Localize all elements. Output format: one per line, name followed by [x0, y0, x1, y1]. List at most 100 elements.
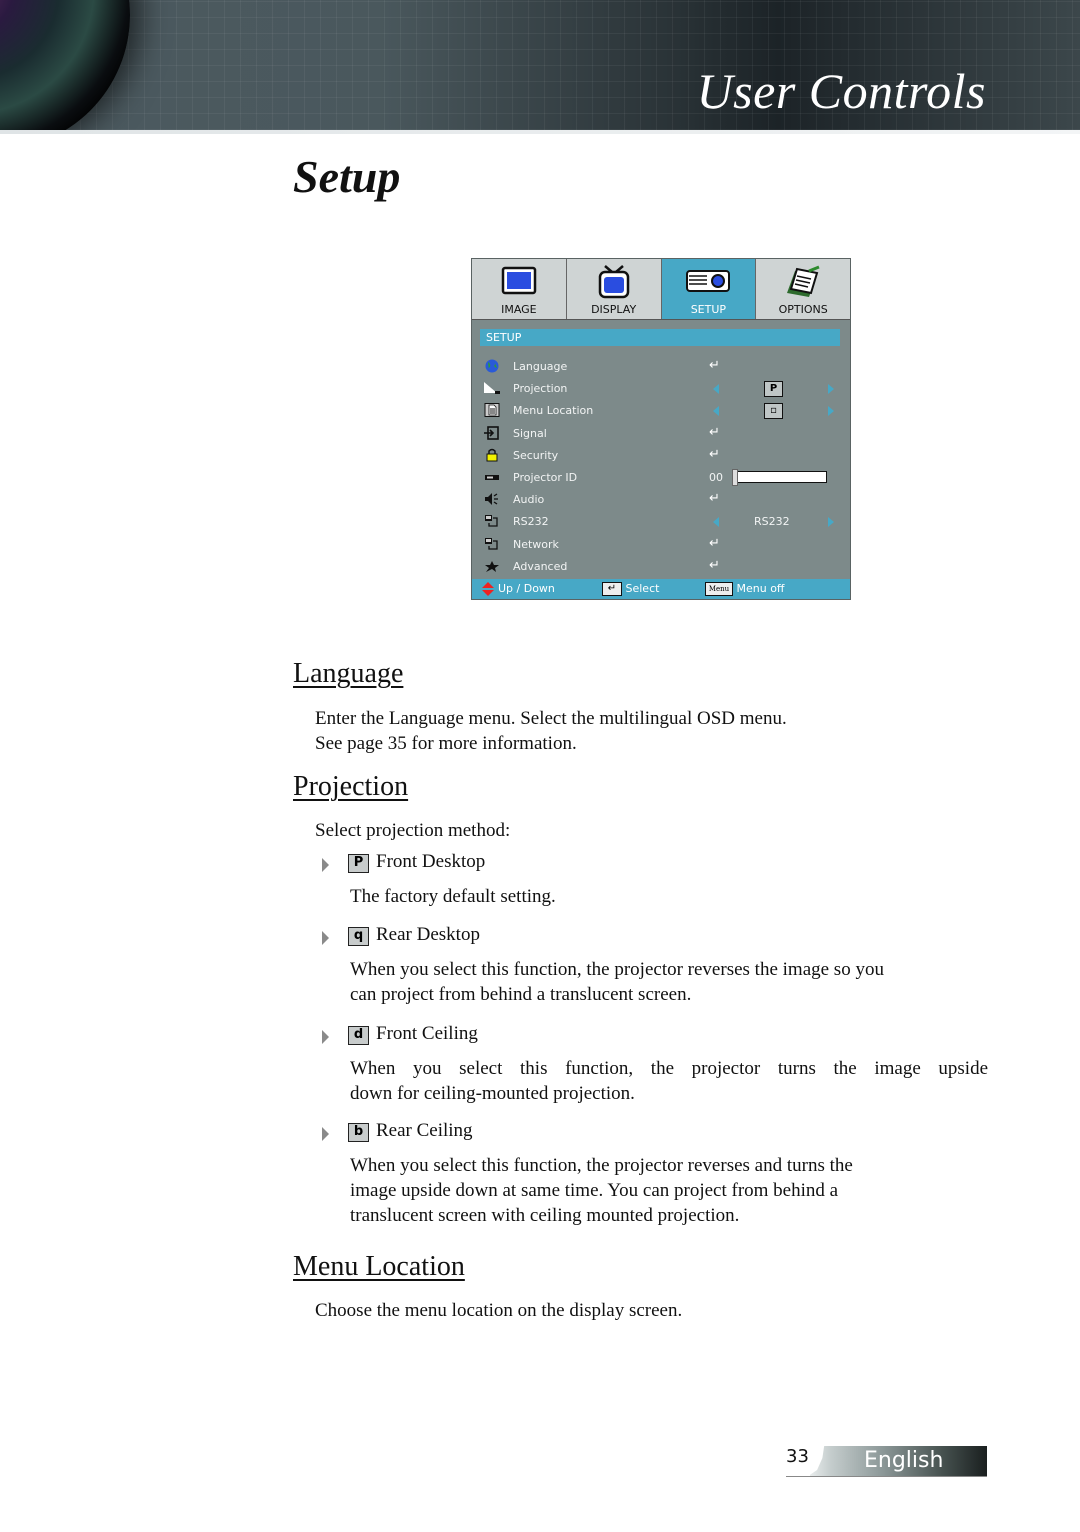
- projection-heading: Projection: [293, 771, 409, 802]
- rear-ceiling-icon: b: [348, 1123, 369, 1142]
- osd-item-menu-location[interactable]: Menu Location ▫: [472, 400, 850, 422]
- bullet-arrow-icon: [322, 1030, 329, 1044]
- projection-icon: [484, 382, 500, 395]
- rs232-value: RS232: [754, 515, 790, 529]
- advanced-icon: [485, 560, 499, 572]
- osd-item-projector-id[interactable]: Projector ID 00: [472, 467, 850, 489]
- banner-divider: [0, 130, 1080, 134]
- description-line: When you select this function, the proje…: [350, 959, 884, 980]
- language-heading: Language: [293, 658, 404, 689]
- arrow-right-icon[interactable]: [828, 406, 834, 417]
- language-text-line: See page 35 for more information.: [315, 733, 577, 754]
- menu-off-label: Menu off: [736, 582, 785, 595]
- option-label: Rear Desktop: [376, 924, 480, 945]
- tv-icon: [598, 265, 629, 299]
- option-label: Front Desktop: [376, 851, 486, 872]
- osd-item-projection[interactable]: Projection P: [472, 378, 850, 400]
- osd-tab-display[interactable]: DISPLAY: [566, 259, 662, 319]
- network-icon: [485, 515, 498, 527]
- arrow-right-icon[interactable]: [828, 517, 834, 528]
- osd-item-rs232[interactable]: RS232 RS232: [472, 511, 850, 533]
- front-ceiling-icon: d: [348, 1026, 369, 1045]
- description-line: image upside down at same time. You can …: [350, 1180, 839, 1201]
- arrow-left-icon[interactable]: [713, 406, 719, 417]
- enter-icon: ↵: [709, 491, 720, 507]
- projection-value: P: [764, 381, 783, 398]
- description-line: The factory default setting.: [350, 886, 556, 907]
- page-number: 33: [786, 1446, 809, 1467]
- slider-handle[interactable]: [732, 468, 738, 486]
- osd-item-label: Advanced: [513, 559, 568, 573]
- osd-tab-options[interactable]: OPTIONS: [756, 259, 850, 319]
- description-line: When you select this function, the proje…: [350, 1155, 853, 1176]
- language-label: English: [864, 1448, 944, 1473]
- menu-key-icon: Menu: [705, 582, 733, 596]
- bullet-arrow-icon: [322, 1127, 329, 1141]
- language-description: Enter the Language menu. Select the mult…: [315, 706, 787, 756]
- footer-divider: [786, 1476, 987, 1477]
- lock-icon: [486, 448, 498, 462]
- bullet-arrow-icon: [322, 858, 329, 872]
- lens-graphic: [0, 0, 130, 130]
- projector-id-value: 00: [709, 470, 723, 484]
- arrow-left-icon[interactable]: [713, 517, 719, 528]
- enter-icon: ↵: [709, 358, 720, 373]
- menu-off-hint: Menu Menu off: [705, 579, 785, 599]
- option-label: Front Ceiling: [376, 1023, 478, 1044]
- osd-item-label: Menu Location: [513, 404, 594, 418]
- osd-item-audio[interactable]: Audio ↵: [472, 489, 850, 511]
- osd-footer: Up / Down ↵ Select Menu Menu off: [472, 579, 850, 599]
- description-line: down for ceiling-mounted projection.: [350, 1083, 635, 1104]
- language-text-line: Enter the Language menu. Select the mult…: [315, 708, 787, 729]
- enter-icon: ↵: [709, 557, 720, 573]
- osd-item-list: Language ↵ Projection P Menu Location ▫ …: [472, 356, 850, 578]
- speaker-icon: [485, 493, 498, 506]
- osd-item-label: Network: [513, 537, 559, 551]
- osd-item-language[interactable]: Language ↵: [472, 356, 850, 378]
- front-desktop-description: The factory default setting.: [350, 884, 556, 909]
- osd-tab-image[interactable]: IMAGE: [472, 259, 567, 319]
- projector-icon: [686, 270, 731, 292]
- arrow-right-icon[interactable]: [828, 384, 834, 395]
- projector-id-icon: [485, 474, 499, 480]
- front-ceiling-description: When you select this function, the proje…: [350, 1056, 988, 1106]
- osd-tab-setup[interactable]: SETUP: [661, 259, 757, 319]
- arrow-left-icon[interactable]: [713, 384, 719, 395]
- osd-item-label: Projection: [513, 382, 568, 396]
- rear-desktop-icon: q: [348, 927, 369, 946]
- osd-item-label: Security: [513, 448, 559, 462]
- bullet-arrow-icon: [322, 931, 329, 945]
- osd-item-label: Language: [513, 360, 568, 373]
- description-line: translucent screen with ceiling mounted …: [350, 1205, 740, 1226]
- osd-item-advanced[interactable]: Advanced ↵: [472, 556, 850, 578]
- osd-item-security[interactable]: Security ↵: [472, 445, 850, 467]
- osd-tab-bar: IMAGE DISPLAY SETUP OPTIONS: [472, 259, 850, 320]
- front-desktop-icon: P: [348, 854, 369, 873]
- osd-item-label: Signal: [513, 426, 547, 440]
- globe-icon: [485, 359, 499, 373]
- enter-icon: ↵: [709, 535, 720, 551]
- osd-tab-label: DISPLAY: [591, 303, 637, 316]
- monitor-icon: [501, 266, 537, 295]
- header-banner: User Controls: [0, 0, 1080, 130]
- updown-hint: Up / Down: [498, 582, 555, 595]
- enter-key-icon: ↵: [602, 582, 622, 596]
- osd-section-header: SETUP: [480, 329, 840, 346]
- select-label: Select: [625, 582, 660, 595]
- rear-desktop-description: When you select this function, the proje…: [350, 957, 884, 1007]
- osd-menu: IMAGE DISPLAY SETUP OPTIONS SETUP Langua…: [471, 258, 851, 600]
- network-icon: [485, 537, 498, 550]
- osd-item-label: Audio: [513, 493, 545, 507]
- notepad-icon: [787, 265, 820, 297]
- menu-location-description: Choose the menu location on the display …: [315, 1300, 683, 1321]
- osd-tab-label: IMAGE: [501, 303, 537, 316]
- document-icon: [484, 403, 500, 418]
- enter-icon: ↵: [709, 424, 720, 440]
- select-hint: ↵ Select: [602, 579, 659, 599]
- osd-item-network[interactable]: Network ↵: [472, 534, 850, 556]
- description-line: When you select this function, the proje…: [350, 1058, 988, 1079]
- osd-item-signal[interactable]: Signal ↵: [472, 423, 850, 445]
- projection-intro: Select projection method:: [315, 820, 511, 841]
- projector-id-slider[interactable]: [732, 468, 827, 486]
- rear-ceiling-description: When you select this function, the proje…: [350, 1153, 853, 1228]
